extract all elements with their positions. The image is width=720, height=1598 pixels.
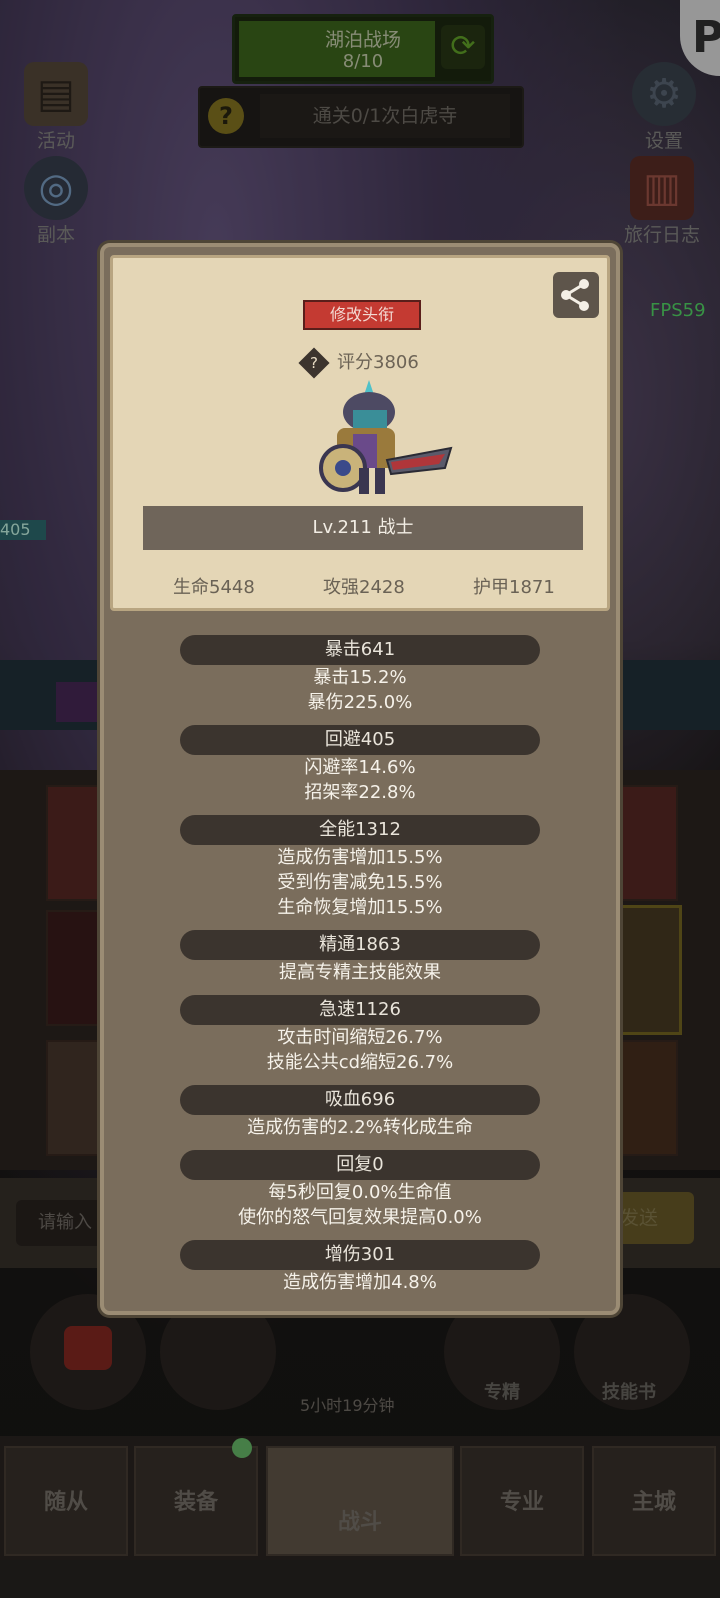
stat-list: 暴击641 暴击15.2% 暴伤225.0% 回避405 闪避率14.6% 招架… — [104, 625, 616, 1295]
stat-detail: 提高专精主技能效果 — [279, 962, 441, 983]
rename-title-button[interactable]: 修改头衔 — [303, 300, 421, 330]
stat-detail: 受到伤害减免15.5% — [277, 872, 443, 893]
stat-detail: 技能公共cd缩短26.7% — [266, 1052, 454, 1073]
stat-header-regen: 回复0 — [180, 1150, 540, 1180]
stat-detail: 暴击15.2% — [313, 667, 407, 688]
stat-header-evasion: 回避405 — [180, 725, 540, 755]
stat-detail: 使你的怒气回复效果提高0.0% — [238, 1207, 482, 1228]
stat-detail: 闪避率14.6% — [304, 757, 416, 778]
stat-detail: 每5秒回复0.0%生命值 — [268, 1182, 452, 1203]
stat-header-damage-bonus: 增伤301 — [180, 1240, 540, 1270]
stat-detail: 生命恢复增加15.5% — [277, 897, 443, 918]
level-class-bar: Lv.211 战士 — [143, 506, 583, 550]
stat-header-versatility: 全能1312 — [180, 815, 540, 845]
stat-header-crit: 暴击641 — [180, 635, 540, 665]
stat-detail: 招架率22.8% — [304, 782, 416, 803]
help-icon[interactable]: ? — [298, 347, 330, 379]
stat-header-lifesteal: 吸血696 — [180, 1085, 540, 1115]
stat-detail: 造成伤害增加15.5% — [277, 847, 443, 868]
warrior-avatar-icon — [319, 380, 453, 494]
share-icon[interactable] — [553, 272, 599, 318]
character-stats-modal: 修改头衔 ? 评分3806 Lv.211 战士 生命5448 攻强2428 护甲1… — [100, 243, 620, 1315]
stat-detail: 攻击时间缩短26.7% — [277, 1027, 443, 1048]
stat-detail: 造成伤害的2.2%转化成生命 — [247, 1117, 473, 1138]
score-row: ? 评分3806 — [298, 347, 443, 379]
hp-stat: 生命5448 — [173, 577, 255, 598]
stat-detail: 暴伤225.0% — [307, 692, 413, 713]
stat-header-haste: 急速1126 — [180, 995, 540, 1025]
attack-stat: 攻强2428 — [323, 577, 405, 598]
stat-detail: 造成伤害增加4.8% — [283, 1272, 437, 1293]
stat-header-mastery: 精通1863 — [180, 930, 540, 960]
character-card: 修改头衔 ? 评分3806 Lv.211 战士 生命5448 攻强2428 护甲1… — [110, 255, 610, 611]
armor-stat: 护甲1871 — [473, 577, 555, 598]
score-value: 评分3806 — [337, 352, 419, 373]
